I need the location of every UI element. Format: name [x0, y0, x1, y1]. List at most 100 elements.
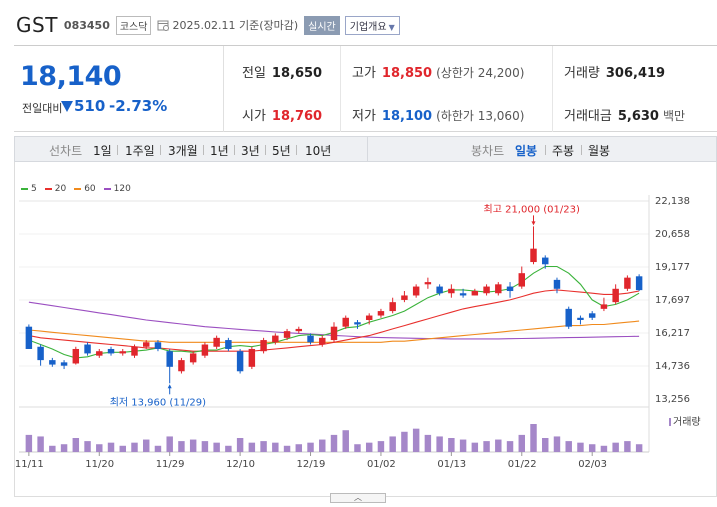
low-annotation: 최저 13,960 (11/29) [110, 396, 206, 408]
volume-bar [248, 442, 256, 452]
volume-legend-swatch [669, 418, 671, 426]
period-1w[interactable]: 1주일 [125, 142, 155, 159]
candlestick-chart[interactable]: 5 20 60 120 22,138 20,658 19,177 17,697 16,2… [14, 162, 717, 497]
volume-bar [565, 441, 572, 452]
volume-bar [506, 441, 514, 452]
candle-body [72, 348, 80, 364]
candle-body [154, 342, 162, 349]
company-overview-button[interactable]: 기업개요 ▼ [344, 15, 400, 35]
x-tick-label: 11/29 [156, 459, 185, 470]
current-price-box: 18,140 전일대비 510 -2.73% [14, 46, 224, 132]
y-tick-label: 17,697 [655, 295, 690, 306]
candle-body [495, 284, 502, 294]
candle-chart-label: 봉차트 [471, 144, 505, 158]
candle-body [448, 288, 455, 294]
volume-bar [424, 434, 432, 452]
high-price: 고가 18,850 (상한가 24,200) [352, 66, 525, 81]
down-triangle-icon [61, 101, 73, 112]
volume-bar [530, 424, 537, 452]
x-tick-label: 01/13 [437, 459, 466, 470]
period-1y[interactable]: 1년 [210, 142, 229, 159]
volume-bar [60, 444, 68, 452]
sep [296, 145, 297, 155]
sep [117, 145, 118, 155]
y-tick-label: 20,658 [655, 229, 690, 240]
candle-body [49, 360, 56, 365]
volume-bar [283, 445, 291, 452]
candle-body [518, 273, 526, 287]
volume-bar [483, 441, 490, 452]
volume-bar [189, 439, 197, 452]
high-arrow-head [531, 221, 536, 226]
volume-bar [389, 436, 396, 452]
x-tick-label: 12/19 [297, 459, 326, 470]
candle-body [600, 304, 608, 309]
candle-body [166, 351, 173, 367]
volume-bar [154, 445, 162, 452]
divider [340, 46, 341, 132]
volume-bar [25, 434, 33, 452]
volume-bar [542, 438, 549, 452]
volume-label: 거래량 [673, 416, 701, 428]
candle-body [295, 328, 303, 332]
period-10y[interactable]: 10년 [305, 142, 331, 159]
candle-weekly[interactable]: 주봉 [552, 142, 574, 159]
y-tick-label: 19,177 [655, 262, 690, 273]
volume-bar [178, 441, 185, 452]
volume-bar [377, 441, 385, 452]
period-5y[interactable]: 5년 [272, 142, 291, 159]
candle-body [84, 344, 91, 354]
candle-body [319, 337, 326, 345]
market-badge: 코스닥 [115, 15, 152, 35]
candle-body [119, 351, 126, 354]
candle-body [530, 248, 537, 263]
candle-body [307, 335, 314, 343]
candle-body [60, 362, 68, 366]
low-arrow-head [167, 384, 172, 389]
x-tick-label: 01/02 [367, 459, 396, 470]
sep [265, 145, 266, 155]
candle-body [377, 311, 385, 316]
period-1d[interactable]: 1일 [93, 142, 112, 159]
candle-body [272, 335, 279, 343]
date-text: 2025.02.11 기준(장마감) [172, 19, 299, 32]
candle-body [25, 326, 33, 349]
realtime-button[interactable]: 실시간 [304, 15, 340, 35]
sep [160, 145, 161, 155]
candle-body [401, 295, 408, 300]
volume-bar [201, 441, 209, 452]
divider [367, 137, 368, 161]
candle-daily[interactable]: 일봉 [515, 142, 537, 159]
candle-body [624, 277, 631, 289]
x-tick-label: 11/20 [85, 459, 114, 470]
volume-bar [588, 444, 596, 452]
volume-bar [107, 442, 115, 452]
candle-monthly[interactable]: 월봉 [588, 142, 610, 159]
period-3m[interactable]: 3개월 [168, 142, 198, 159]
volume-bar [225, 445, 232, 452]
volume-bar [96, 444, 103, 452]
open-price: 시가 18,760 [242, 109, 323, 124]
price-summary: 18,140 전일대비 510 -2.73% 전일 18,650 시가 18,760… [14, 45, 717, 132]
high-annotation: 최고 21,000 (01/23) [484, 203, 580, 215]
volume-bar [612, 442, 619, 452]
candle-body [553, 279, 561, 289]
volume-bar [119, 445, 126, 452]
x-tick-label: 12/10 [226, 459, 255, 470]
candle-body [189, 353, 197, 363]
candle-body [131, 346, 138, 356]
candle-body [96, 351, 103, 356]
candle-body [459, 293, 467, 296]
candle-body [260, 340, 267, 352]
volume-bar [142, 439, 150, 452]
period-3y[interactable]: 3년 [241, 142, 260, 159]
sep [234, 145, 235, 155]
volume-bar [354, 444, 361, 452]
candle-body [236, 351, 244, 372]
sep [581, 145, 582, 155]
candle-body [565, 308, 572, 327]
sep [545, 145, 546, 155]
trade-amount: 거래대금 5,630 백만 [564, 109, 686, 124]
candle-body [483, 286, 490, 294]
collapse-button[interactable]: ︿ [330, 493, 386, 503]
